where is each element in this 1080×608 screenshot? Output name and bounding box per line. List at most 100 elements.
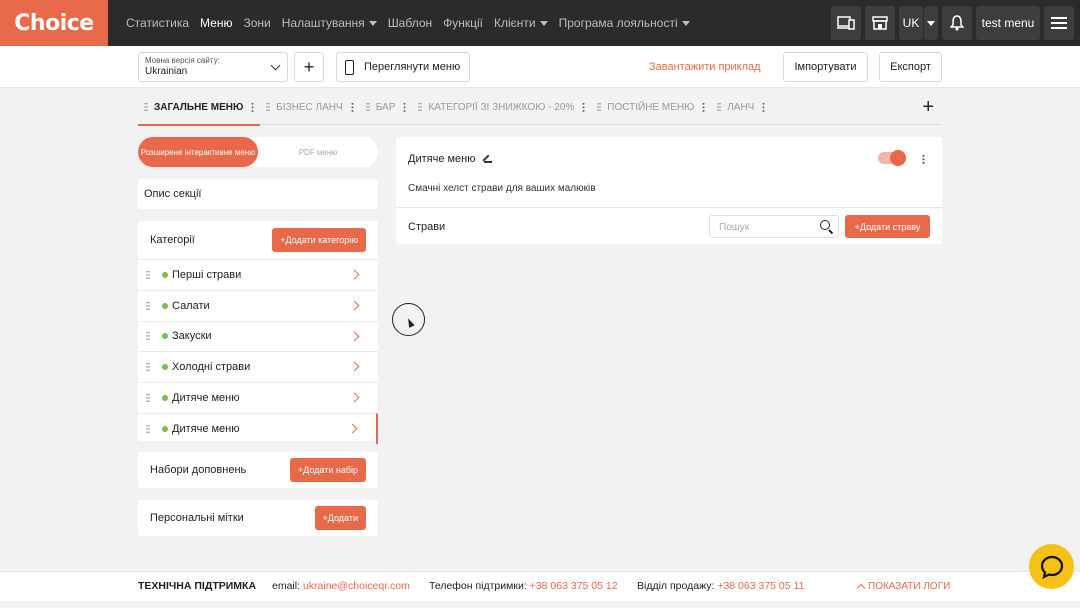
- chevron-right-icon: [349, 300, 360, 311]
- chevron-right-icon: [349, 331, 360, 342]
- dishes-row: Страви Пошук +Додати страву: [396, 207, 942, 244]
- site-language-value: Ukrainian: [145, 66, 188, 77]
- nav-item-template[interactable]: Шаблон: [388, 16, 432, 30]
- tab-business-lunch[interactable]: Бізнес ланч: [260, 90, 359, 125]
- toggle-knob: [890, 150, 906, 166]
- support-title: ТЕХНІЧНА ПІДТРИМКА: [138, 580, 257, 592]
- drag-handle-icon[interactable]: [597, 102, 602, 112]
- personal-labels-panel: Персональні мітки +Додати: [138, 500, 378, 536]
- show-logs-button[interactable]: Показати логи: [856, 581, 950, 593]
- chevron-right-icon: [349, 392, 360, 403]
- menu-tabs: Загальне меню Бізнес ланч Бар Категорії …: [138, 90, 942, 126]
- more-vertical-icon[interactable]: [350, 102, 354, 112]
- addon-sets-title: Набори доповнень: [150, 464, 247, 476]
- menu-toolbar: Мовна версія сайту: Ukrainian + Переглян…: [0, 46, 1080, 88]
- more-vertical-icon[interactable]: [251, 102, 255, 112]
- tab-permanent-menu[interactable]: Постійне меню: [591, 90, 711, 125]
- interactive-menu-option[interactable]: Розширене інтерактивне меню: [138, 137, 258, 167]
- category-item[interactable]: Перші страви: [138, 259, 378, 290]
- more-vertical-icon[interactable]: [922, 154, 925, 164]
- search-icon[interactable]: [820, 220, 830, 230]
- caret-down-icon: [539, 20, 548, 26]
- hamburger-button[interactable]: [1044, 6, 1074, 40]
- more-vertical-icon[interactable]: [702, 102, 706, 112]
- language-dropdown[interactable]: [924, 6, 938, 40]
- download-sample-link[interactable]: Завантажити приклад: [649, 61, 761, 73]
- more-vertical-icon[interactable]: [582, 102, 586, 112]
- tab-general-menu[interactable]: Загальне меню: [138, 90, 261, 126]
- drag-handle-icon[interactable]: [146, 362, 150, 373]
- nav-item-clients[interactable]: Клієнти: [494, 16, 548, 30]
- section-card: Дитяче меню Смачні хелст страви для ваши…: [396, 137, 942, 244]
- active-status-dot: [162, 302, 168, 309]
- drag-handle-icon[interactable]: [146, 300, 150, 311]
- drag-handle-icon[interactable]: [146, 393, 150, 404]
- drag-handle-icon[interactable]: [365, 102, 370, 112]
- section-visibility-toggle[interactable]: [878, 150, 906, 166]
- support-email-link[interactable]: ukraine@choiceqr.com: [303, 580, 410, 592]
- nav-item-menu[interactable]: Меню: [200, 16, 232, 30]
- tab-discount-categories[interactable]: Категорії зі знижкою - 20%: [412, 90, 591, 125]
- view-menu-label: Переглянути меню: [364, 61, 461, 73]
- chevron-right-icon: [349, 361, 360, 372]
- nav-item-zones[interactable]: Зони: [243, 16, 270, 30]
- export-button[interactable]: Експорт: [879, 52, 942, 82]
- category-item-selected[interactable]: Дитяче меню: [138, 412, 378, 444]
- bell-icon: [950, 15, 964, 31]
- account-button[interactable]: test menu: [976, 6, 1040, 40]
- cursor-arrow-icon: [405, 317, 415, 328]
- category-item[interactable]: Закуски: [138, 320, 378, 352]
- nav-item-loyalty[interactable]: Програма лояльності: [559, 16, 690, 30]
- notifications-button[interactable]: [942, 6, 972, 40]
- section-description-text: Смачні хелст страви для ваших малюків: [408, 183, 596, 194]
- tab-bar[interactable]: Бар: [360, 90, 413, 125]
- add-language-button[interactable]: +: [294, 52, 324, 82]
- support-footer: ТЕХНІЧНА ПІДТРИМКА email: ukraine@choice…: [0, 571, 1080, 601]
- add-category-button[interactable]: +Додати категорію: [272, 228, 366, 252]
- category-item[interactable]: Дитяче меню: [138, 382, 378, 413]
- mouse-cursor: [392, 303, 425, 336]
- sales-phone-link[interactable]: +38 063 375 05 11: [717, 580, 804, 592]
- store-icon: [872, 16, 888, 30]
- language-button[interactable]: UK: [899, 6, 923, 40]
- nav-item-functions[interactable]: Функції: [443, 16, 483, 30]
- brand-logo[interactable]: Choice: [0, 0, 108, 46]
- drag-handle-icon[interactable]: [144, 102, 148, 112]
- drag-handle-icon[interactable]: [418, 102, 423, 112]
- chevron-right-icon: [349, 269, 360, 280]
- support-phone-link[interactable]: +38 063 375 05 12: [530, 580, 618, 592]
- store-button[interactable]: [865, 6, 895, 40]
- devices-button[interactable]: [831, 6, 861, 40]
- drag-handle-icon[interactable]: [146, 331, 150, 342]
- drag-handle-icon[interactable]: [146, 269, 150, 280]
- chat-icon: [1040, 555, 1063, 579]
- section-description-item[interactable]: Опис секції: [138, 179, 378, 209]
- add-tab-button[interactable]: +: [922, 96, 934, 119]
- nav-item-settings[interactable]: Налаштування: [282, 16, 377, 30]
- view-menu-button[interactable]: Переглянути меню: [336, 52, 470, 82]
- more-vertical-icon[interactable]: [403, 102, 407, 112]
- caret-down-icon: [927, 20, 935, 26]
- import-button[interactable]: Імпортувати: [783, 52, 868, 82]
- categories-header: Категорії +Додати категорію: [138, 221, 378, 259]
- tab-lunch[interactable]: Ланч: [711, 90, 771, 125]
- drag-handle-icon[interactable]: [146, 423, 150, 434]
- pencil-icon[interactable]: [483, 155, 492, 163]
- category-item[interactable]: Холодні страви: [138, 351, 378, 382]
- chevron-right-icon: [347, 423, 358, 434]
- site-language-select[interactable]: Мовна версія сайту: Ukrainian: [138, 52, 288, 82]
- personal-labels-title: Персональні мітки: [150, 512, 244, 524]
- pdf-menu-option[interactable]: PDF меню: [258, 137, 378, 167]
- add-label-button[interactable]: +Додати: [314, 506, 366, 530]
- add-addon-set-button[interactable]: +Додати набір: [289, 458, 366, 482]
- add-dish-button[interactable]: +Додати страву: [845, 215, 930, 238]
- nav-item-statistics[interactable]: Статистика: [126, 16, 189, 30]
- category-item[interactable]: Салати: [138, 289, 378, 321]
- nav-right-tools: UK test menu: [831, 6, 1074, 40]
- drag-handle-icon[interactable]: [717, 102, 722, 112]
- more-vertical-icon[interactable]: [762, 102, 766, 112]
- dish-search-input[interactable]: Пошук: [709, 215, 839, 238]
- drag-handle-icon[interactable]: [266, 102, 271, 112]
- active-status-dot: [162, 425, 168, 432]
- chat-button[interactable]: [1029, 544, 1074, 589]
